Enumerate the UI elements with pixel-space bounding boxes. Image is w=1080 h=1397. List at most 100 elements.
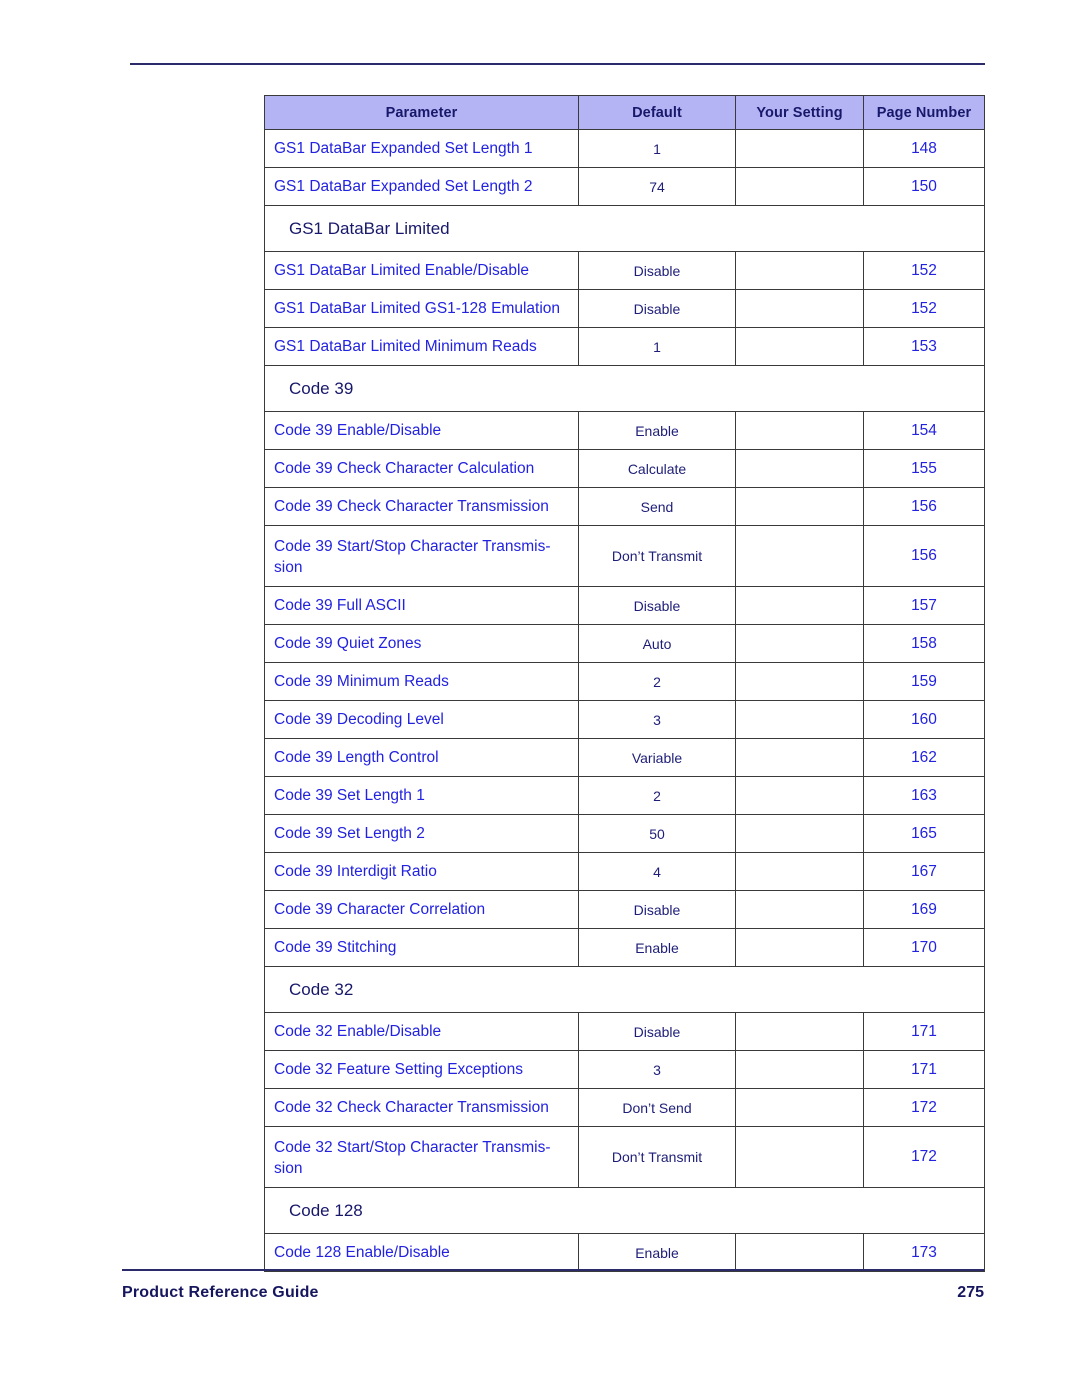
page-number-link[interactable]: 159 (863, 662, 985, 701)
section-title: Code 128 (264, 1187, 985, 1234)
page-number-link[interactable]: 165 (863, 814, 985, 853)
footer-page-number: 275 (957, 1284, 984, 1301)
default-value: 50 (578, 814, 736, 853)
parameter-link[interactable]: Code 39 Full ASCII (264, 586, 579, 625)
page-number-link[interactable]: 162 (863, 738, 985, 777)
parameter-link[interactable]: Code 39 Check Character Transmission (264, 487, 579, 526)
page-number-link[interactable]: 155 (863, 449, 985, 488)
parameter-link[interactable]: GS1 DataBar Limited Minimum Reads (264, 327, 579, 366)
table-row: GS1 DataBar Limited Minimum Reads 1 153 (264, 327, 985, 366)
your-setting-cell[interactable] (735, 525, 864, 587)
page-number-link[interactable]: 157 (863, 586, 985, 625)
page-number-link[interactable]: 172 (863, 1126, 985, 1188)
parameter-link[interactable]: Code 32 Feature Setting Exceptions (264, 1050, 579, 1089)
table-row: Code 128 Enable/Disable Enable 173 (264, 1233, 985, 1272)
page-number-link[interactable]: 171 (863, 1012, 985, 1051)
your-setting-cell[interactable] (735, 167, 864, 206)
parameter-link[interactable]: Code 128 Enable/Disable (264, 1233, 579, 1272)
your-setting-cell[interactable] (735, 449, 864, 488)
page-number-link[interactable]: 170 (863, 928, 985, 967)
page-number-link[interactable]: 158 (863, 624, 985, 663)
table-row: GS1 DataBar Limited GS1-128 Emulation Dis… (264, 289, 985, 328)
parameter-link[interactable]: Code 39 Check Character Calculation (264, 449, 579, 488)
table-row: Code 39 Interdigit Ratio 4 167 (264, 852, 985, 891)
default-value: 3 (578, 1050, 736, 1089)
your-setting-cell[interactable] (735, 411, 864, 450)
parameter-link[interactable]: GS1 DataBar Expanded Set Length 1 (264, 129, 579, 168)
parameter-link[interactable]: Code 32 Start/Stop Character Transmis-si… (264, 1126, 579, 1188)
your-setting-cell[interactable] (735, 928, 864, 967)
parameter-link[interactable]: Code 39 Quiet Zones (264, 624, 579, 663)
section-header-row: Code 32 (264, 966, 985, 1013)
your-setting-cell[interactable] (735, 776, 864, 815)
your-setting-cell[interactable] (735, 1050, 864, 1089)
table-row: Code 32 Feature Setting Exceptions 3 171 (264, 1050, 985, 1089)
page-number-link[interactable]: 153 (863, 327, 985, 366)
your-setting-cell[interactable] (735, 814, 864, 853)
table-row: Code 39 Enable/Disable Enable 154 (264, 411, 985, 450)
your-setting-cell[interactable] (735, 289, 864, 328)
parameter-link[interactable]: Code 39 Stitching (264, 928, 579, 967)
page-number-link[interactable]: 163 (863, 776, 985, 815)
parameter-link[interactable]: Code 39 Set Length 2 (264, 814, 579, 853)
table-row: Code 39 Decoding Level 3 160 (264, 700, 985, 739)
your-setting-cell[interactable] (735, 662, 864, 701)
page-number-link[interactable]: 167 (863, 852, 985, 891)
parameter-link[interactable]: Code 39 Length Control (264, 738, 579, 777)
page-number-link[interactable]: 148 (863, 129, 985, 168)
page-number-link[interactable]: 160 (863, 700, 985, 739)
default-value: Send (578, 487, 736, 526)
page-number-link[interactable]: 171 (863, 1050, 985, 1089)
your-setting-cell[interactable] (735, 700, 864, 739)
your-setting-cell[interactable] (735, 1233, 864, 1272)
default-value: Don’t Transmit (578, 525, 736, 587)
default-value: Disable (578, 586, 736, 625)
your-setting-cell[interactable] (735, 487, 864, 526)
parameter-link[interactable]: Code 39 Start/Stop Character Transmis-si… (264, 525, 579, 587)
your-setting-cell[interactable] (735, 1126, 864, 1188)
parameter-link[interactable]: Code 39 Enable/Disable (264, 411, 579, 450)
your-setting-cell[interactable] (735, 890, 864, 929)
your-setting-cell[interactable] (735, 327, 864, 366)
your-setting-cell[interactable] (735, 1088, 864, 1127)
your-setting-cell[interactable] (735, 738, 864, 777)
parameter-link[interactable]: Code 32 Check Character Transmission (264, 1088, 579, 1127)
parameter-link[interactable]: GS1 DataBar Limited GS1-128 Emulation (264, 289, 579, 328)
default-value: 74 (578, 167, 736, 206)
parameter-link[interactable]: Code 39 Interdigit Ratio (264, 852, 579, 891)
default-value: Disable (578, 251, 736, 290)
table-row: GS1 DataBar Expanded Set Length 1 1 148 (264, 129, 985, 168)
page-number-link[interactable]: 152 (863, 251, 985, 290)
parameter-link[interactable]: GS1 DataBar Limited Enable/Disable (264, 251, 579, 290)
default-value: 1 (578, 327, 736, 366)
your-setting-cell[interactable] (735, 624, 864, 663)
section-header-row: GS1 DataBar Limited (264, 205, 985, 252)
parameter-link[interactable]: Code 39 Set Length 1 (264, 776, 579, 815)
your-setting-cell[interactable] (735, 129, 864, 168)
settings-summary-table: Parameter Default Your Setting Page Numb… (264, 95, 985, 1272)
page-number-link[interactable]: 152 (863, 289, 985, 328)
page-number-link[interactable]: 173 (863, 1233, 985, 1272)
page-number-link[interactable]: 169 (863, 890, 985, 929)
page-number-link[interactable]: 154 (863, 411, 985, 450)
default-value: Don’t Send (578, 1088, 736, 1127)
default-value: 1 (578, 129, 736, 168)
your-setting-cell[interactable] (735, 852, 864, 891)
page-number-link[interactable]: 150 (863, 167, 985, 206)
page-number-link[interactable]: 172 (863, 1088, 985, 1127)
your-setting-cell[interactable] (735, 1012, 864, 1051)
parameter-link[interactable]: Code 39 Character Correlation (264, 890, 579, 929)
parameter-link[interactable]: GS1 DataBar Expanded Set Length 2 (264, 167, 579, 206)
parameter-link[interactable]: Code 39 Minimum Reads (264, 662, 579, 701)
default-value: Auto (578, 624, 736, 663)
table-row: Code 39 Minimum Reads 2 159 (264, 662, 985, 701)
your-setting-cell[interactable] (735, 586, 864, 625)
parameter-link[interactable]: Code 32 Enable/Disable (264, 1012, 579, 1051)
table-row: Code 32 Start/Stop Character Transmis-si… (264, 1126, 985, 1188)
table-row: GS1 DataBar Limited Enable/Disable Disabl… (264, 251, 985, 290)
page-number-link[interactable]: 156 (863, 487, 985, 526)
your-setting-cell[interactable] (735, 251, 864, 290)
table-row: Code 39 Length Control Variable 162 (264, 738, 985, 777)
page-number-link[interactable]: 156 (863, 525, 985, 587)
parameter-link[interactable]: Code 39 Decoding Level (264, 700, 579, 739)
